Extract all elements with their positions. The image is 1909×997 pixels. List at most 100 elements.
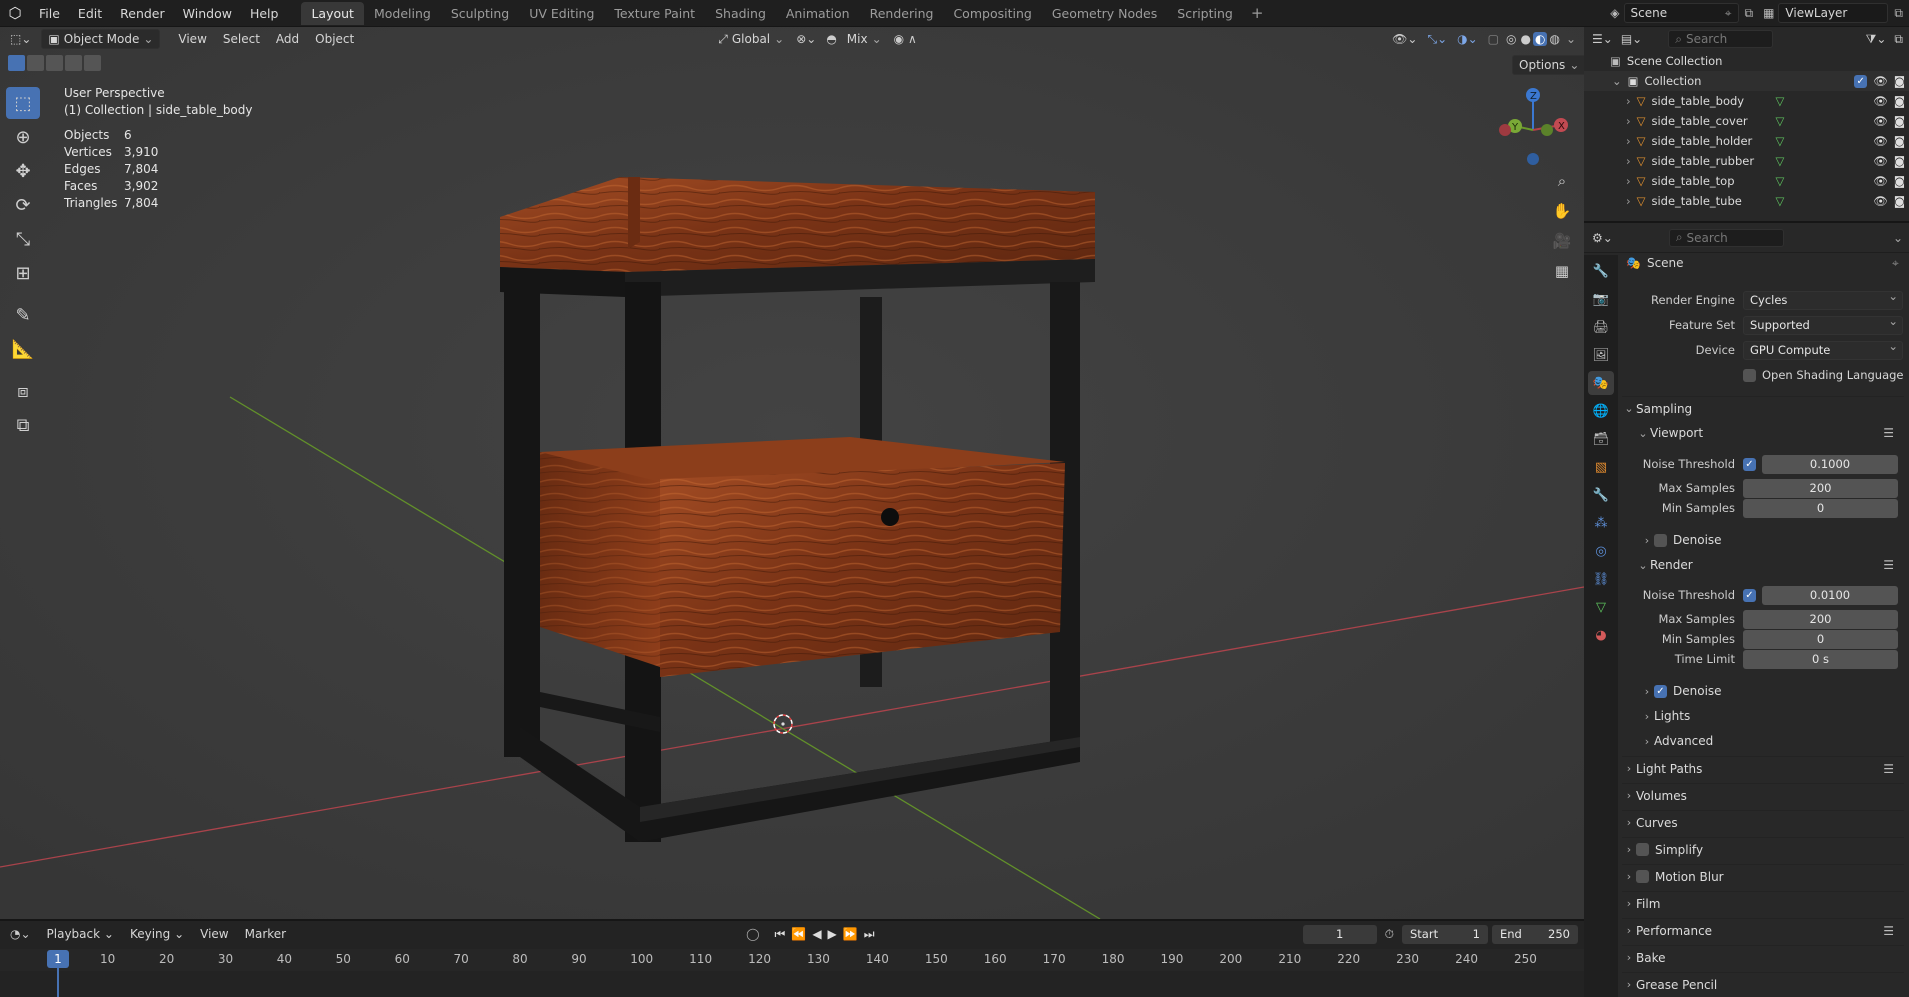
- auto-keying-icon[interactable]: ◯: [734, 927, 771, 941]
- chevron-right-icon[interactable]: ›: [1626, 174, 1631, 188]
- presets-list-icon[interactable]: ☰: [1883, 924, 1904, 938]
- snap-dropdown[interactable]: Mix ⌄: [841, 30, 888, 48]
- chevron-right-icon[interactable]: ›: [1626, 134, 1631, 148]
- move-tool-icon[interactable]: ✥: [6, 155, 40, 187]
- current-frame-field[interactable]: 1: [1302, 924, 1377, 944]
- select-subtract-icon[interactable]: [46, 55, 63, 71]
- add-workspace-icon[interactable]: +: [1243, 4, 1272, 22]
- panel-bake[interactable]: › Bake: [1622, 945, 1904, 969]
- sampling-panel-header[interactable]: ⌄ Sampling: [1622, 396, 1904, 420]
- camera-icon[interactable]: ◙: [1894, 174, 1909, 188]
- pin-icon[interactable]: ⌖: [1725, 6, 1732, 21]
- shading-options-icon[interactable]: ⌄: [1562, 32, 1584, 46]
- r-max-samples-field[interactable]: 200: [1743, 609, 1898, 629]
- presets-list-icon[interactable]: ☰: [1883, 558, 1904, 572]
- snap-icon[interactable]: ◓: [822, 32, 840, 46]
- cursor-tool-icon[interactable]: ⊕: [6, 121, 40, 153]
- measure-tool-icon[interactable]: 📐: [6, 333, 40, 365]
- eye-icon[interactable]: 👁: [1873, 154, 1888, 168]
- panel-grease-pencil[interactable]: › Grease Pencil: [1622, 972, 1904, 996]
- render-engine-dropdown[interactable]: Cycles: [1743, 289, 1903, 310]
- menu-view[interactable]: View: [170, 32, 214, 46]
- scale-tool-icon[interactable]: ⤡: [6, 223, 40, 255]
- r-noise-threshold-field[interactable]: 0.0100: [1762, 585, 1898, 605]
- eye-icon[interactable]: 👁: [1873, 194, 1888, 208]
- collection-tab-icon[interactable]: 🗃: [1588, 427, 1614, 451]
- menu-keying[interactable]: Keying ⌄: [122, 927, 192, 941]
- particles-tab-icon[interactable]: ⁂: [1588, 511, 1614, 535]
- new-view-layer-icon[interactable]: ⧉: [1888, 6, 1909, 21]
- modifier-tab-icon[interactable]: 🔧: [1588, 483, 1614, 507]
- view-layer-icon[interactable]: ▦: [1759, 6, 1778, 20]
- add-cube-tool-icon[interactable]: ⧈: [6, 375, 40, 407]
- panel-film[interactable]: › Film: [1622, 891, 1904, 915]
- scene-tab-icon[interactable]: 🎭: [1588, 371, 1614, 395]
- filter-icon[interactable]: ⧩⌄: [1866, 32, 1887, 47]
- outliner-object-row[interactable]: › ▽ side_table_top ▽ 👁 ◙: [1584, 171, 1909, 191]
- editor-type-icon[interactable]: ⬚⌄: [0, 32, 37, 46]
- render-subpanel-header[interactable]: ⌄ Render ☰: [1636, 553, 1904, 577]
- tab-animation[interactable]: Animation: [776, 2, 860, 25]
- r-denoise-subpanel[interactable]: › ✓ Denoise: [1640, 679, 1904, 703]
- play-icon[interactable]: ▶: [825, 927, 840, 941]
- menu-marker[interactable]: Marker: [237, 927, 294, 941]
- menu-help[interactable]: Help: [241, 6, 288, 21]
- jump-end-icon[interactable]: ⏭: [861, 927, 878, 942]
- display-mode-icon[interactable]: ▤⌄: [1621, 32, 1642, 46]
- device-dropdown[interactable]: GPU Compute: [1743, 339, 1903, 360]
- r-time-limit-field[interactable]: 0 s: [1743, 649, 1898, 669]
- select-box-tool-icon[interactable]: ⬚: [6, 87, 40, 119]
- osl-checkbox[interactable]: [1743, 368, 1756, 382]
- panel-motion-blur[interactable]: › Motion Blur: [1622, 864, 1904, 888]
- menu-file[interactable]: File: [30, 6, 69, 21]
- eye-icon[interactable]: 👁: [1873, 174, 1888, 188]
- outliner-editor-icon[interactable]: ☰⌄: [1592, 32, 1613, 46]
- camera-icon[interactable]: ◙: [1894, 134, 1909, 148]
- zoom-icon[interactable]: ⌕: [1549, 168, 1575, 194]
- menu-render[interactable]: Render: [111, 6, 174, 21]
- vp-denoise-subpanel[interactable]: › Denoise: [1640, 528, 1904, 552]
- camera-view-icon[interactable]: 🎥: [1549, 228, 1575, 254]
- feature-set-dropdown[interactable]: Supported: [1743, 314, 1903, 335]
- orientation-dropdown[interactable]: ⤢ Global ⌄: [712, 30, 790, 49]
- chevron-right-icon[interactable]: ›: [1626, 94, 1631, 108]
- eye-icon[interactable]: 👁: [1873, 94, 1888, 108]
- physics-tab-icon[interactable]: ◎: [1588, 539, 1614, 563]
- properties-editor-icon[interactable]: ⚙⌄: [1592, 231, 1613, 245]
- outliner-object-row[interactable]: › ▽ side_table_rubber ▽ 👁 ◙: [1584, 151, 1909, 171]
- menu-select[interactable]: Select: [215, 32, 268, 46]
- new-collection-icon[interactable]: ⧉: [1894, 32, 1909, 47]
- scene-field[interactable]: Scene ⌖: [1623, 3, 1739, 23]
- chevron-down-icon[interactable]: ⌄: [1893, 231, 1909, 245]
- r-min-samples-field[interactable]: 0: [1743, 629, 1898, 649]
- extrude-tool-icon[interactable]: ⧉: [6, 409, 40, 441]
- tab-scripting[interactable]: Scripting: [1167, 2, 1243, 25]
- data-tab-icon[interactable]: ▽: [1588, 595, 1614, 619]
- tab-compositing[interactable]: Compositing: [943, 2, 1041, 25]
- end-frame-field[interactable]: End 250: [1492, 924, 1578, 944]
- tab-geometry-nodes[interactable]: Geometry Nodes: [1042, 2, 1167, 25]
- r-noise-threshold-checkbox[interactable]: ✓: [1743, 588, 1756, 602]
- visibility-icon[interactable]: 👁⌄: [1387, 32, 1422, 46]
- vp-denoise-checkbox[interactable]: [1654, 533, 1667, 547]
- render-tab-icon[interactable]: 📷: [1588, 287, 1614, 311]
- next-keyframe-icon[interactable]: ⏩: [840, 927, 861, 941]
- outliner-object-row[interactable]: › ▽ side_table_body ▽ 👁 ◙: [1584, 91, 1909, 111]
- camera-icon[interactable]: ◙: [1894, 94, 1909, 108]
- vp-max-samples-field[interactable]: 200: [1743, 478, 1898, 498]
- rendered-shading-icon[interactable]: ◍: [1547, 32, 1561, 46]
- menu-object[interactable]: Object: [307, 32, 362, 46]
- eye-icon[interactable]: 👁: [1873, 114, 1888, 128]
- view-layer-field[interactable]: ViewLayer: [1778, 3, 1889, 23]
- camera-icon[interactable]: ◙: [1894, 194, 1909, 208]
- scene-selector-icon[interactable]: ◈: [1606, 6, 1623, 20]
- blender-logo-icon[interactable]: ⬡: [0, 4, 30, 22]
- outliner-object-row[interactable]: › ▽ side_table_tube ▽ 👁 ◙: [1584, 191, 1909, 211]
- playhead[interactable]: 1: [47, 950, 69, 968]
- wireframe-shading-icon[interactable]: ◎: [1504, 32, 1518, 46]
- outliner-object-row[interactable]: › ▽ side_table_cover ▽ 👁 ◙: [1584, 111, 1909, 131]
- select-invert-icon[interactable]: [65, 55, 82, 71]
- chevron-right-icon[interactable]: ›: [1626, 114, 1631, 128]
- camera-icon[interactable]: ◙: [1894, 74, 1909, 88]
- simplify-checkbox[interactable]: [1636, 843, 1649, 856]
